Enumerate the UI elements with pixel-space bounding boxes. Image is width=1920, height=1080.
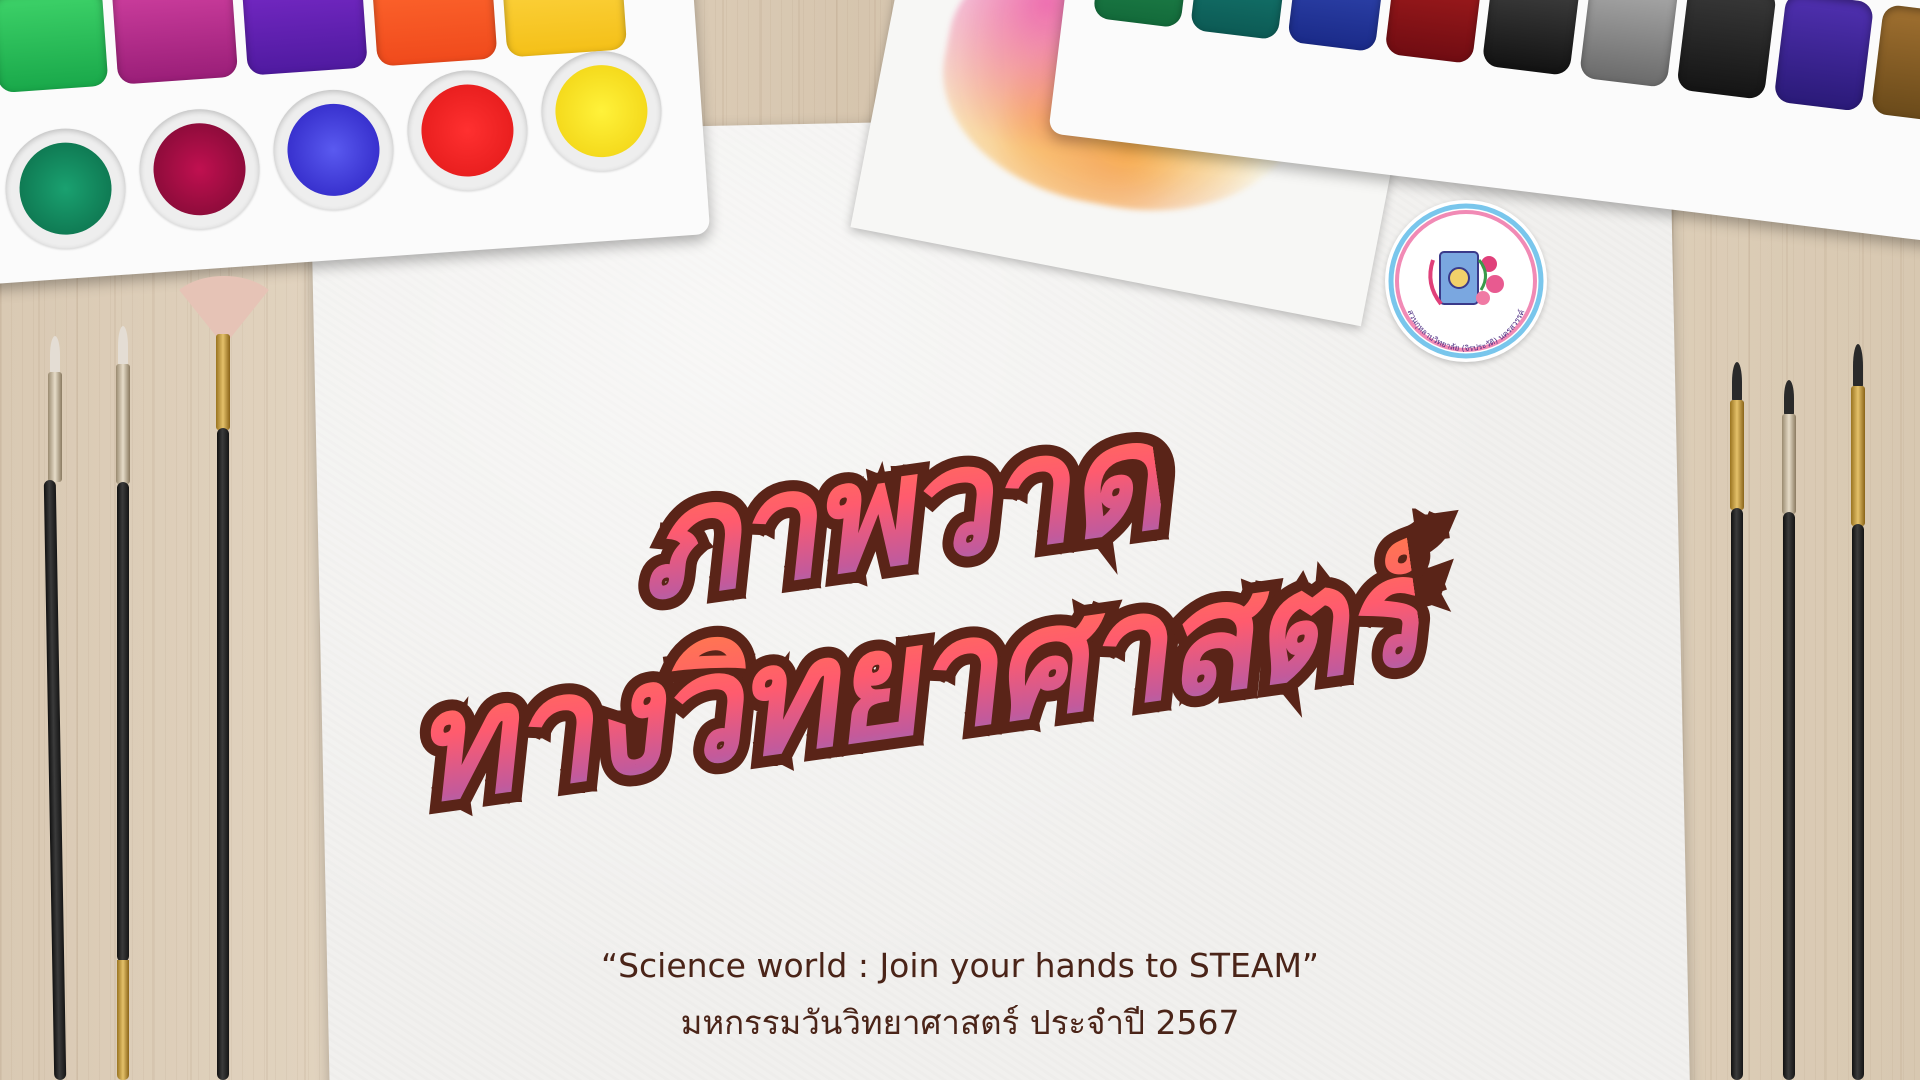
paint-pan-grey [1578,0,1680,88]
slogan-text: “Science world : Join your hands to STEA… [600,946,1320,985]
paint-pan-black [1481,0,1583,77]
paint-pan-magenta [111,0,239,85]
paint-pan-purple [1773,0,1875,112]
paint-pan-green [0,0,109,94]
paint-pan-violet [241,0,368,76]
mixing-well-blue [269,85,398,214]
mixing-well-crimson [135,105,264,234]
mixing-well-yellow [537,47,666,176]
wooden-desk-background: สวนกุหลาบวิทยาลัย (จิรประวัติ) นครสวรรค์… [0,0,1920,1080]
paint-pan-green [1092,0,1194,29]
paint-pan-yellow [500,0,628,58]
mixing-well-red [403,66,532,195]
paint-pan-teal [1189,0,1291,41]
paint-pan-brown [1870,3,1920,123]
paint-pan-dark [1676,0,1777,100]
paint-pan-blue [1287,0,1388,53]
paint-pan-orange [370,0,498,67]
mixing-well-green [1,124,130,253]
event-name: มหกรรมวันวิทยาศาสตร์ ประจำปี 2567 [680,1003,1240,1042]
paint-pan-red [1384,0,1486,65]
